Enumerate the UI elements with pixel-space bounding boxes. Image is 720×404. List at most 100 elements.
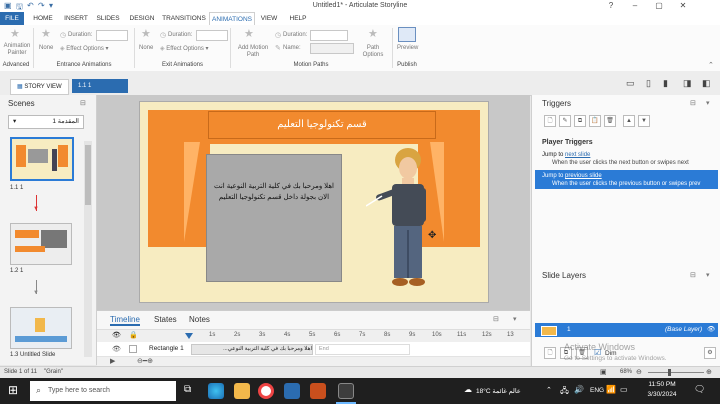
layer-visibility-icon[interactable]: 👁 bbox=[707, 323, 715, 337]
triggers-menu-icon[interactable]: ⊟ bbox=[690, 99, 696, 107]
character-image[interactable] bbox=[366, 146, 436, 296]
row-visibility-icon[interactable]: 👁 bbox=[112, 345, 121, 353]
file-explorer-icon[interactable] bbox=[234, 383, 250, 399]
triggers-collapse-icon[interactable]: ▾ bbox=[706, 99, 710, 107]
language-indicator[interactable]: ENG bbox=[590, 387, 604, 394]
path-options-button[interactable]: Path Options bbox=[358, 45, 388, 59]
entrance-none-icon[interactable]: ★ bbox=[41, 27, 51, 40]
edit-trigger-icon[interactable]: ✎ bbox=[559, 115, 571, 127]
timeline-clip[interactable]: اهلا ومرحبا بك في كلية التربية النوعي... bbox=[191, 344, 313, 355]
motion-duration-input[interactable] bbox=[310, 30, 348, 41]
tab-states[interactable]: States bbox=[154, 315, 177, 324]
row-lock-checkbox[interactable] bbox=[129, 345, 137, 353]
copy-trigger-icon[interactable]: ⧉ bbox=[574, 115, 586, 127]
timeline-row[interactable]: 👁 Rectangle 1 اهلا ومرحبا بك في كلية الت… bbox=[97, 342, 530, 357]
tab-animations[interactable]: ANIMATIONS bbox=[209, 12, 255, 26]
slide-canvas[interactable]: قسم تكنولوجيا التعليم اهلا ومرحبا بك في … bbox=[139, 101, 489, 303]
text-rectangle[interactable]: اهلا ومرحبا بك في كلية التربية النوعية ا… bbox=[206, 154, 342, 282]
timeline-close-icon[interactable]: ▾ bbox=[513, 315, 517, 323]
exit-effect-options[interactable]: ◈ Effect Options ▾ bbox=[160, 45, 209, 52]
scenes-panel-menu-icon[interactable]: ⊟ bbox=[80, 99, 86, 107]
preview-button[interactable]: Preview bbox=[397, 45, 418, 51]
fit-to-window-icon[interactable]: ▣ bbox=[600, 368, 607, 376]
weather-icon[interactable]: ☁ bbox=[464, 385, 472, 394]
network-icon[interactable]: 🖧 bbox=[560, 385, 569, 399]
scenes-scrollbar[interactable] bbox=[84, 141, 92, 357]
add-motion-path-icon[interactable]: ★ bbox=[244, 27, 254, 40]
tab-slide-1-1[interactable]: 1.1 1 bbox=[72, 79, 128, 93]
weather-text[interactable]: 18°C عالم غائمة bbox=[476, 387, 521, 395]
tab-file[interactable]: FILE bbox=[0, 12, 24, 25]
scrollbar-thumb[interactable] bbox=[85, 145, 91, 205]
play-icon[interactable]: ▶ bbox=[110, 357, 115, 365]
playhead[interactable] bbox=[185, 333, 193, 339]
notifications-icon[interactable]: 🗨 bbox=[694, 384, 705, 395]
move-down-icon[interactable]: ▼ bbox=[638, 115, 650, 127]
exit-duration-input[interactable] bbox=[196, 30, 228, 41]
wifi-icon[interactable]: 📶 bbox=[606, 385, 616, 394]
tab-home[interactable]: HOME bbox=[28, 12, 58, 25]
tab-notes[interactable]: Notes bbox=[189, 315, 210, 324]
timeline-ruler[interactable]: 👁 🔒 1s 2s 3s 4s 5s 6s 7s 8s 9s 10s 11s 1… bbox=[97, 329, 530, 343]
delete-trigger-icon[interactable]: 🗑 bbox=[604, 115, 616, 127]
new-trigger-icon[interactable]: 🗋 bbox=[544, 115, 556, 127]
task-view-icon[interactable]: ⧉ bbox=[184, 384, 191, 395]
clock-time[interactable]: 11:50 PM bbox=[640, 381, 684, 388]
add-motion-path-button[interactable]: Add Motion Path bbox=[233, 45, 273, 59]
slide-banner[interactable]: قسم تكنولوجيا التعليم bbox=[208, 111, 436, 139]
layers-collapse-icon[interactable]: ▾ bbox=[706, 271, 710, 279]
trigger-target-link[interactable]: previous slide bbox=[565, 173, 602, 179]
zoom-slider-thumb[interactable] bbox=[668, 369, 671, 376]
exit-none-icon[interactable]: ★ bbox=[141, 27, 151, 40]
taskbar-search-box[interactable]: ⌕ Type here to search bbox=[30, 381, 176, 401]
layer-settings-icon[interactable]: ⚙ bbox=[704, 347, 716, 359]
start-button-icon[interactable]: ⊞ bbox=[8, 383, 18, 397]
clock-date[interactable]: 3/30/2024 bbox=[640, 391, 684, 398]
tablet-view-icon[interactable]: ▯ bbox=[646, 78, 651, 89]
zoom-slider[interactable] bbox=[648, 372, 704, 373]
animation-painter-icon[interactable]: ★ bbox=[10, 27, 20, 40]
collapse-ribbon-icon[interactable]: ⌃ bbox=[708, 61, 714, 69]
move-up-icon[interactable]: ▲ bbox=[623, 115, 635, 127]
minimize-button[interactable]: – bbox=[624, 0, 646, 12]
tray-overflow-icon[interactable]: ⌃ bbox=[546, 386, 552, 394]
timeline-minimize-icon[interactable]: ⊟ bbox=[493, 315, 499, 323]
close-button[interactable]: ✕ bbox=[672, 0, 694, 12]
path-options-icon[interactable]: ★ bbox=[368, 27, 378, 40]
tab-story-view[interactable]: ▦ STORY VIEW bbox=[10, 79, 69, 95]
zoom-slider-icon[interactable]: ⊖━⊕ bbox=[137, 357, 153, 365]
scene-dropdown[interactable]: ▾ المقدمة 1 bbox=[8, 115, 84, 129]
slide-thumbnail[interactable] bbox=[10, 137, 74, 181]
preview-icon[interactable] bbox=[398, 27, 416, 42]
tab-help[interactable]: HELP bbox=[285, 12, 311, 25]
tab-transitions[interactable]: TRANSITIONS bbox=[160, 12, 208, 25]
motion-name-input[interactable] bbox=[310, 43, 354, 54]
layers-menu-icon[interactable]: ⊟ bbox=[690, 271, 696, 279]
new-layer-icon[interactable]: 🗋 bbox=[544, 347, 556, 359]
help-icon[interactable]: ? bbox=[600, 0, 622, 12]
trigger-item-selected[interactable]: Jump to previous slide When the user cli… bbox=[535, 170, 718, 189]
volume-icon[interactable]: 🔊 bbox=[574, 385, 584, 394]
battery-icon[interactable]: ▭ bbox=[620, 385, 628, 394]
panel-toggle-icon[interactable]: ◧ bbox=[702, 78, 711, 89]
slide-thumbnail[interactable] bbox=[10, 307, 72, 349]
tab-timeline[interactable]: Timeline bbox=[110, 315, 140, 326]
slide-thumbnail[interactable] bbox=[10, 223, 72, 265]
tab-design[interactable]: DESIGN bbox=[126, 12, 158, 25]
paste-trigger-icon[interactable]: 📋 bbox=[589, 115, 601, 127]
zoom-out-icon[interactable]: ⊖ bbox=[636, 368, 642, 376]
exit-none-label[interactable]: None bbox=[139, 45, 153, 51]
entrance-duration-input[interactable] bbox=[96, 30, 128, 41]
storyline-taskbar-icon[interactable] bbox=[338, 383, 354, 399]
tab-insert[interactable]: INSERT bbox=[60, 12, 92, 25]
trigger-target-link[interactable]: next slide bbox=[565, 152, 590, 158]
panel-layout-icon[interactable]: ◨ bbox=[683, 78, 692, 89]
desktop-view-icon[interactable]: ▭ bbox=[626, 78, 635, 89]
tab-slides[interactable]: SLIDES bbox=[93, 12, 123, 25]
tab-view[interactable]: VIEW bbox=[256, 12, 282, 25]
trigger-item[interactable]: Jump to next slide When the user clicks … bbox=[542, 151, 718, 169]
entrance-effect-options[interactable]: ◈ Effect Options ▾ bbox=[60, 45, 109, 52]
maximize-button[interactable]: ▢ bbox=[648, 0, 670, 12]
zoom-in-icon[interactable]: ⊕ bbox=[706, 368, 712, 376]
powerpoint-icon[interactable] bbox=[310, 383, 326, 399]
